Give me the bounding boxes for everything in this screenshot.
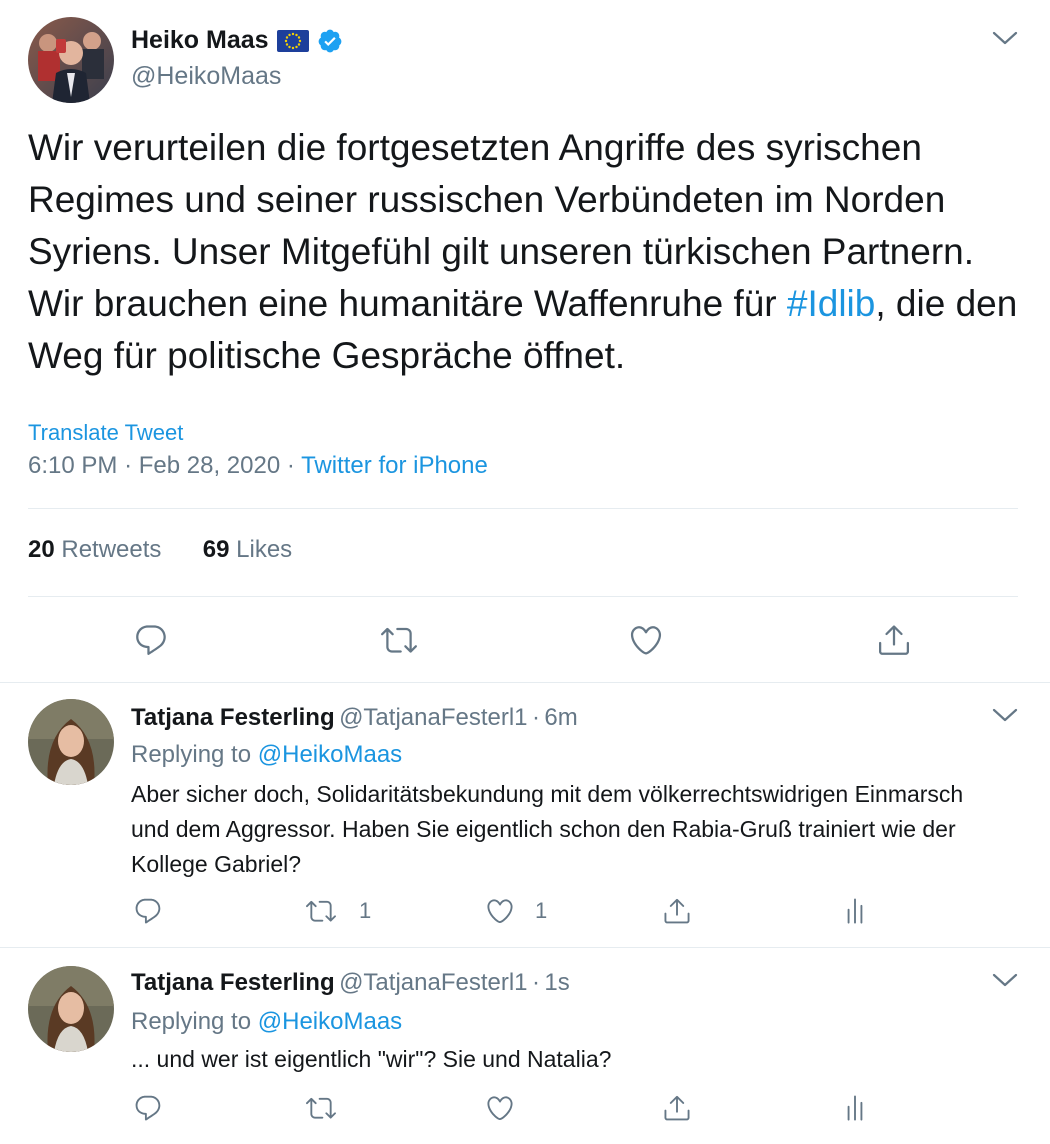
reply-button[interactable] xyxy=(133,896,163,926)
reply-text: ... und wer ist eigentlich "wir"? Sie un… xyxy=(131,1046,612,1072)
author-handle[interactable]: @TatjanaFesterl1 xyxy=(339,969,527,996)
tweet-metadata: 6:10 PM · Feb 28, 2020 · Twitter for iPh… xyxy=(28,452,488,479)
reply-button[interactable] xyxy=(133,622,169,658)
replying-to: Replying to @HeikoMaas xyxy=(131,1008,403,1035)
analytics-icon xyxy=(840,896,870,926)
like-button[interactable] xyxy=(628,622,664,658)
chevron-down-icon[interactable] xyxy=(992,30,1018,46)
main-tweet: Heiko Maas @HeikoMaas Wir verurteilen di… xyxy=(0,0,1050,682)
replying-to: Replying to @HeikoMaas xyxy=(131,741,403,768)
tweet-time-ago[interactable]: 1s xyxy=(544,969,569,996)
retweet-icon xyxy=(305,896,337,926)
retweet-icon xyxy=(381,622,417,658)
analytics-button[interactable] xyxy=(840,896,870,926)
retweet-button[interactable]: 1 xyxy=(305,896,371,926)
like-icon xyxy=(485,1093,515,1123)
like-count: 1 xyxy=(535,898,548,923)
author-handle[interactable]: @HeikoMaas xyxy=(131,62,281,91)
verified-badge-icon xyxy=(317,28,343,54)
share-icon xyxy=(662,896,692,926)
author-name[interactable]: Tatjana Festerling xyxy=(131,704,335,731)
retweet-button[interactable] xyxy=(381,622,417,658)
reply-text: Aber sicher doch, Solidaritätsbekundung … xyxy=(131,781,964,877)
share-icon xyxy=(662,1093,692,1123)
tweet-source[interactable]: Twitter for iPhone xyxy=(301,452,488,479)
translate-tweet-link[interactable]: Translate Tweet xyxy=(28,420,183,446)
tweet-stats: 20 Retweets 69 Likes xyxy=(28,536,292,564)
analytics-button[interactable] xyxy=(840,1093,870,1123)
like-button[interactable] xyxy=(485,1093,515,1123)
reply-tweet[interactable]: Tatjana Festerling @TatjanaFesterl1 · 6m… xyxy=(0,683,1050,947)
divider xyxy=(28,596,1018,597)
avatar-tatjana-festerling[interactable] xyxy=(28,699,114,785)
reply-icon xyxy=(133,622,169,658)
retweet-count: 1 xyxy=(359,898,372,923)
analytics-icon xyxy=(840,1093,870,1123)
tweet-time-ago[interactable]: 6m xyxy=(544,704,577,731)
retweet-icon xyxy=(305,1093,337,1123)
like-icon xyxy=(485,896,515,926)
share-button[interactable] xyxy=(662,896,692,926)
author-handle[interactable]: @TatjanaFesterl1 xyxy=(339,704,527,731)
avatar-heiko-maas[interactable] xyxy=(28,17,114,103)
hashtag-link[interactable]: #Idlib xyxy=(787,283,875,324)
tweet-date[interactable]: Feb 28, 2020 xyxy=(139,452,280,479)
chevron-down-icon[interactable] xyxy=(992,707,1018,723)
replying-to-handle[interactable]: @HeikoMaas xyxy=(258,741,402,768)
avatar-tatjana-festerling[interactable] xyxy=(28,966,114,1052)
share-button[interactable] xyxy=(662,1093,692,1123)
author-name[interactable]: Tatjana Festerling xyxy=(131,969,335,996)
reply-icon xyxy=(133,1093,163,1123)
author-name[interactable]: Heiko Maas xyxy=(131,26,269,55)
retweet-button[interactable] xyxy=(305,1093,337,1123)
like-button[interactable]: 1 xyxy=(485,896,547,926)
tweet-time[interactable]: 6:10 PM xyxy=(28,452,117,479)
share-button[interactable] xyxy=(876,622,912,658)
reply-icon xyxy=(133,896,163,926)
reply-button[interactable] xyxy=(133,1093,163,1123)
replying-to-handle[interactable]: @HeikoMaas xyxy=(258,1008,402,1035)
eu-flag-icon xyxy=(276,29,309,52)
likes-stat[interactable]: 69 Likes xyxy=(203,536,292,563)
divider xyxy=(28,508,1018,509)
retweets-stat[interactable]: 20 Retweets xyxy=(28,536,161,563)
like-icon xyxy=(628,622,664,658)
tweet-text: Wir verurteilen die fortgesetzten Angrif… xyxy=(28,127,1018,376)
share-icon xyxy=(876,622,912,658)
reply-tweet[interactable]: Tatjana Festerling @TatjanaFesterl1 · 1s… xyxy=(0,948,1050,1144)
chevron-down-icon[interactable] xyxy=(992,972,1018,988)
